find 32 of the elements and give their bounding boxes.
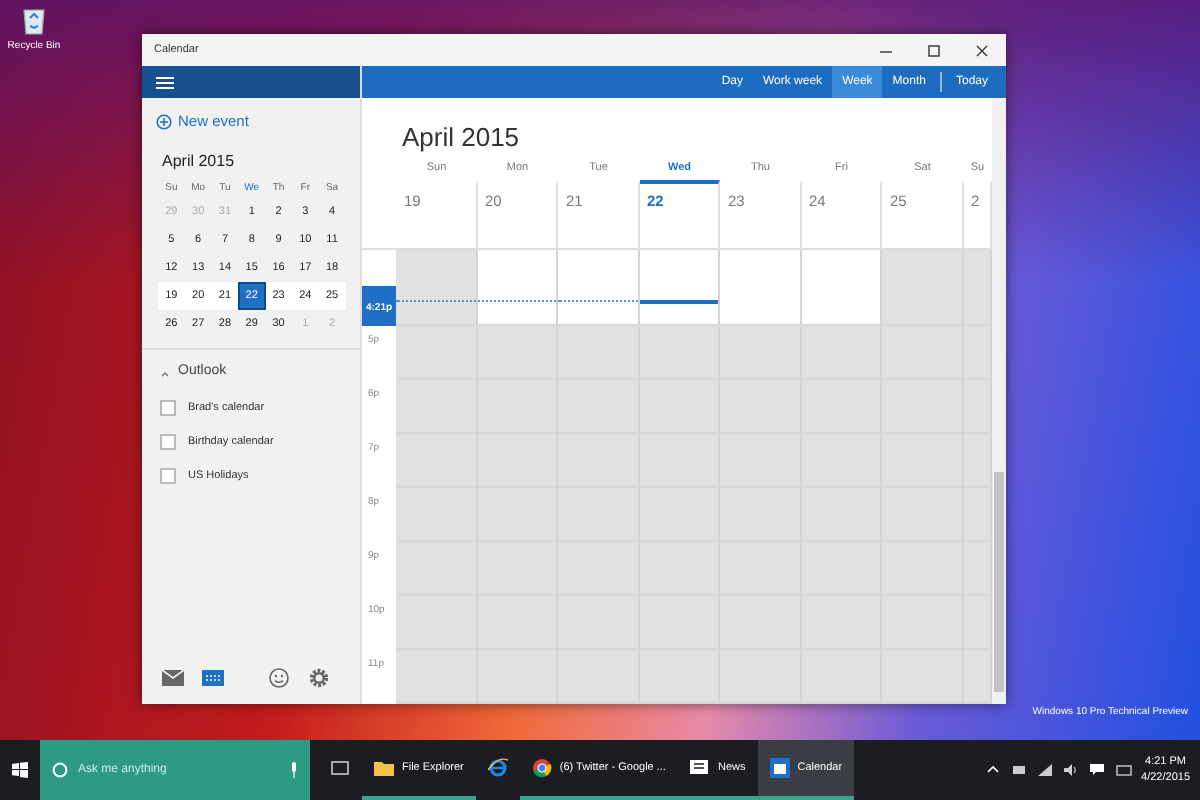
smiley-icon[interactable] (265, 665, 291, 689)
checkbox[interactable] (160, 467, 176, 484)
mini-calendar-month-title[interactable]: April 2015 (162, 150, 360, 175)
signal-icon[interactable] (1037, 762, 1054, 778)
scrollbar[interactable] (992, 98, 1006, 704)
current-time-line (639, 300, 718, 304)
message-icon[interactable] (1089, 762, 1106, 778)
chrome-circle-icon (531, 758, 552, 778)
folder-icon (374, 758, 394, 778)
maximize-icon[interactable] (922, 41, 946, 59)
battery-icon[interactable] (1011, 762, 1028, 778)
browser-e-icon (487, 758, 508, 778)
plus-circle-icon (156, 113, 172, 130)
settings-icon[interactable] (305, 665, 331, 689)
news-icon (689, 758, 710, 778)
calendar-app-icon (769, 758, 790, 778)
chevron-up-icon[interactable] (985, 762, 1002, 778)
checkbox[interactable] (160, 399, 176, 416)
time-slot[interactable] (639, 250, 720, 326)
recycle-bin-icon[interactable] (20, 4, 48, 36)
mail-icon[interactable] (159, 665, 185, 689)
windows-logo-icon[interactable] (12, 762, 28, 778)
volume-icon[interactable] (1063, 762, 1080, 778)
menu-icon[interactable] (156, 75, 174, 89)
checkbox[interactable] (160, 433, 176, 450)
caret-icon (160, 369, 170, 377)
calendar-icon[interactable] (199, 665, 225, 689)
task-view-icon (330, 758, 350, 778)
keyboard-icon[interactable] (1115, 762, 1132, 778)
cortana-circle-icon (52, 762, 68, 778)
microphone-icon[interactable] (290, 762, 298, 778)
month-title: April 2015 (400, 120, 522, 156)
